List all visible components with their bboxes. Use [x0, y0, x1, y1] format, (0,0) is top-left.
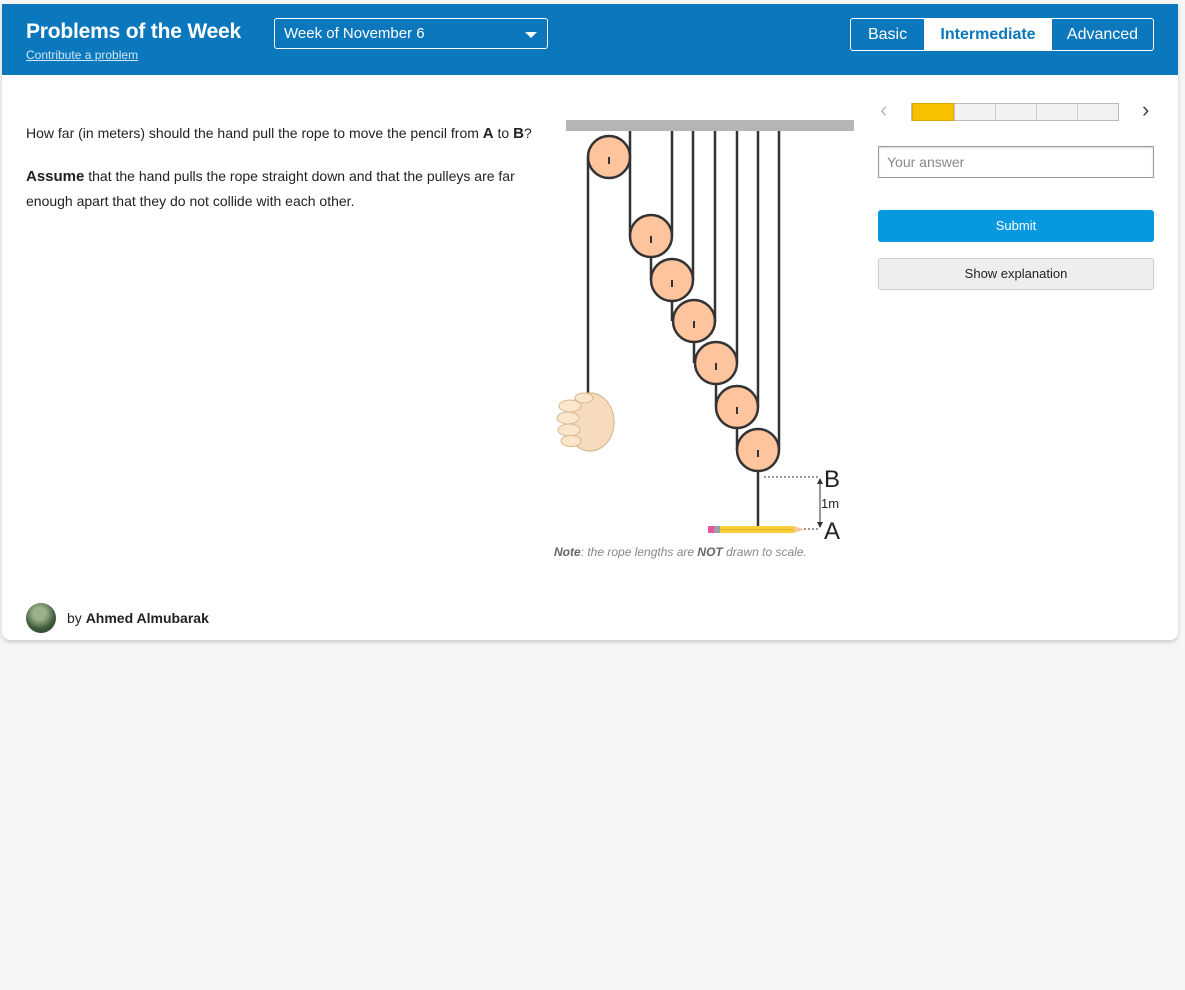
note-prefix: Note — [554, 545, 581, 559]
question-pre: How far (in meters) should the hand pull… — [26, 125, 483, 141]
avatar[interactable] — [26, 603, 56, 633]
question-point-a: A — [482, 125, 494, 142]
figure-label-a: A — [824, 518, 840, 542]
note-emphasis: NOT — [697, 545, 723, 559]
author-line: by Ahmed Almubarak — [26, 602, 209, 634]
tab-advanced[interactable]: Advanced — [1051, 19, 1153, 50]
assume-label: Assume — [26, 168, 85, 185]
note-end: drawn to scale. — [722, 545, 807, 559]
question-paragraph: How far (in meters) should the hand pull… — [26, 121, 534, 146]
assume-text: that the hand pulls the rope straight do… — [26, 168, 515, 209]
author-text: by Ahmed Almubarak — [67, 610, 209, 626]
app-title: Problems of the Week — [26, 20, 242, 43]
progress-segment — [954, 104, 995, 120]
question-mid: to — [493, 125, 514, 141]
question-end: ? — [523, 125, 532, 141]
tab-intermediate[interactable]: Intermediate — [924, 19, 1051, 50]
author-name[interactable]: Ahmed Almubarak — [86, 610, 209, 626]
progress-segment — [1077, 104, 1118, 120]
fist-icon — [556, 392, 615, 452]
ceiling-bar — [566, 120, 854, 131]
pencil-icon — [708, 526, 804, 533]
author-by: by — [67, 610, 86, 626]
submit-button[interactable]: Submit — [878, 210, 1154, 242]
pulley-diagram: B 1m A — [556, 120, 854, 545]
figure-note: Note: the rope lengths are NOT drawn to … — [554, 545, 807, 559]
figure-label-b: B — [824, 466, 840, 493]
contribute-link[interactable]: Contribute a problem — [26, 48, 138, 62]
progress-bar — [911, 103, 1119, 121]
header-bar: Problems of the Week Contribute a proble… — [2, 4, 1178, 75]
question-point-b: B — [513, 125, 524, 142]
progress-segment — [1036, 104, 1077, 120]
progress-segment — [995, 104, 1036, 120]
problem-card: Problems of the Week Contribute a proble… — [2, 4, 1178, 640]
week-select[interactable]: Week of November 6 — [274, 18, 548, 49]
question-text: How far (in meters) should the hand pull… — [26, 121, 534, 231]
pulley-figure: B 1m A — [552, 112, 862, 547]
caret-down-icon — [525, 32, 537, 38]
pulleys — [586, 134, 781, 473]
progress-segment — [912, 103, 954, 121]
chevron-right-icon[interactable]: › — [1142, 99, 1160, 122]
week-select-value: Week of November 6 — [284, 25, 425, 42]
assume-paragraph: Assume that the hand pulls the rope stra… — [26, 164, 534, 213]
tab-basic[interactable]: Basic — [851, 19, 924, 50]
answer-input[interactable] — [878, 146, 1154, 178]
level-tabs: Basic Intermediate Advanced — [850, 18, 1154, 51]
show-explanation-button[interactable]: Show explanation — [878, 258, 1154, 290]
figure-distance-label: 1m — [821, 496, 839, 511]
chevron-left-icon[interactable]: ‹ — [880, 99, 898, 122]
note-mid: : the rope lengths are — [580, 545, 698, 559]
